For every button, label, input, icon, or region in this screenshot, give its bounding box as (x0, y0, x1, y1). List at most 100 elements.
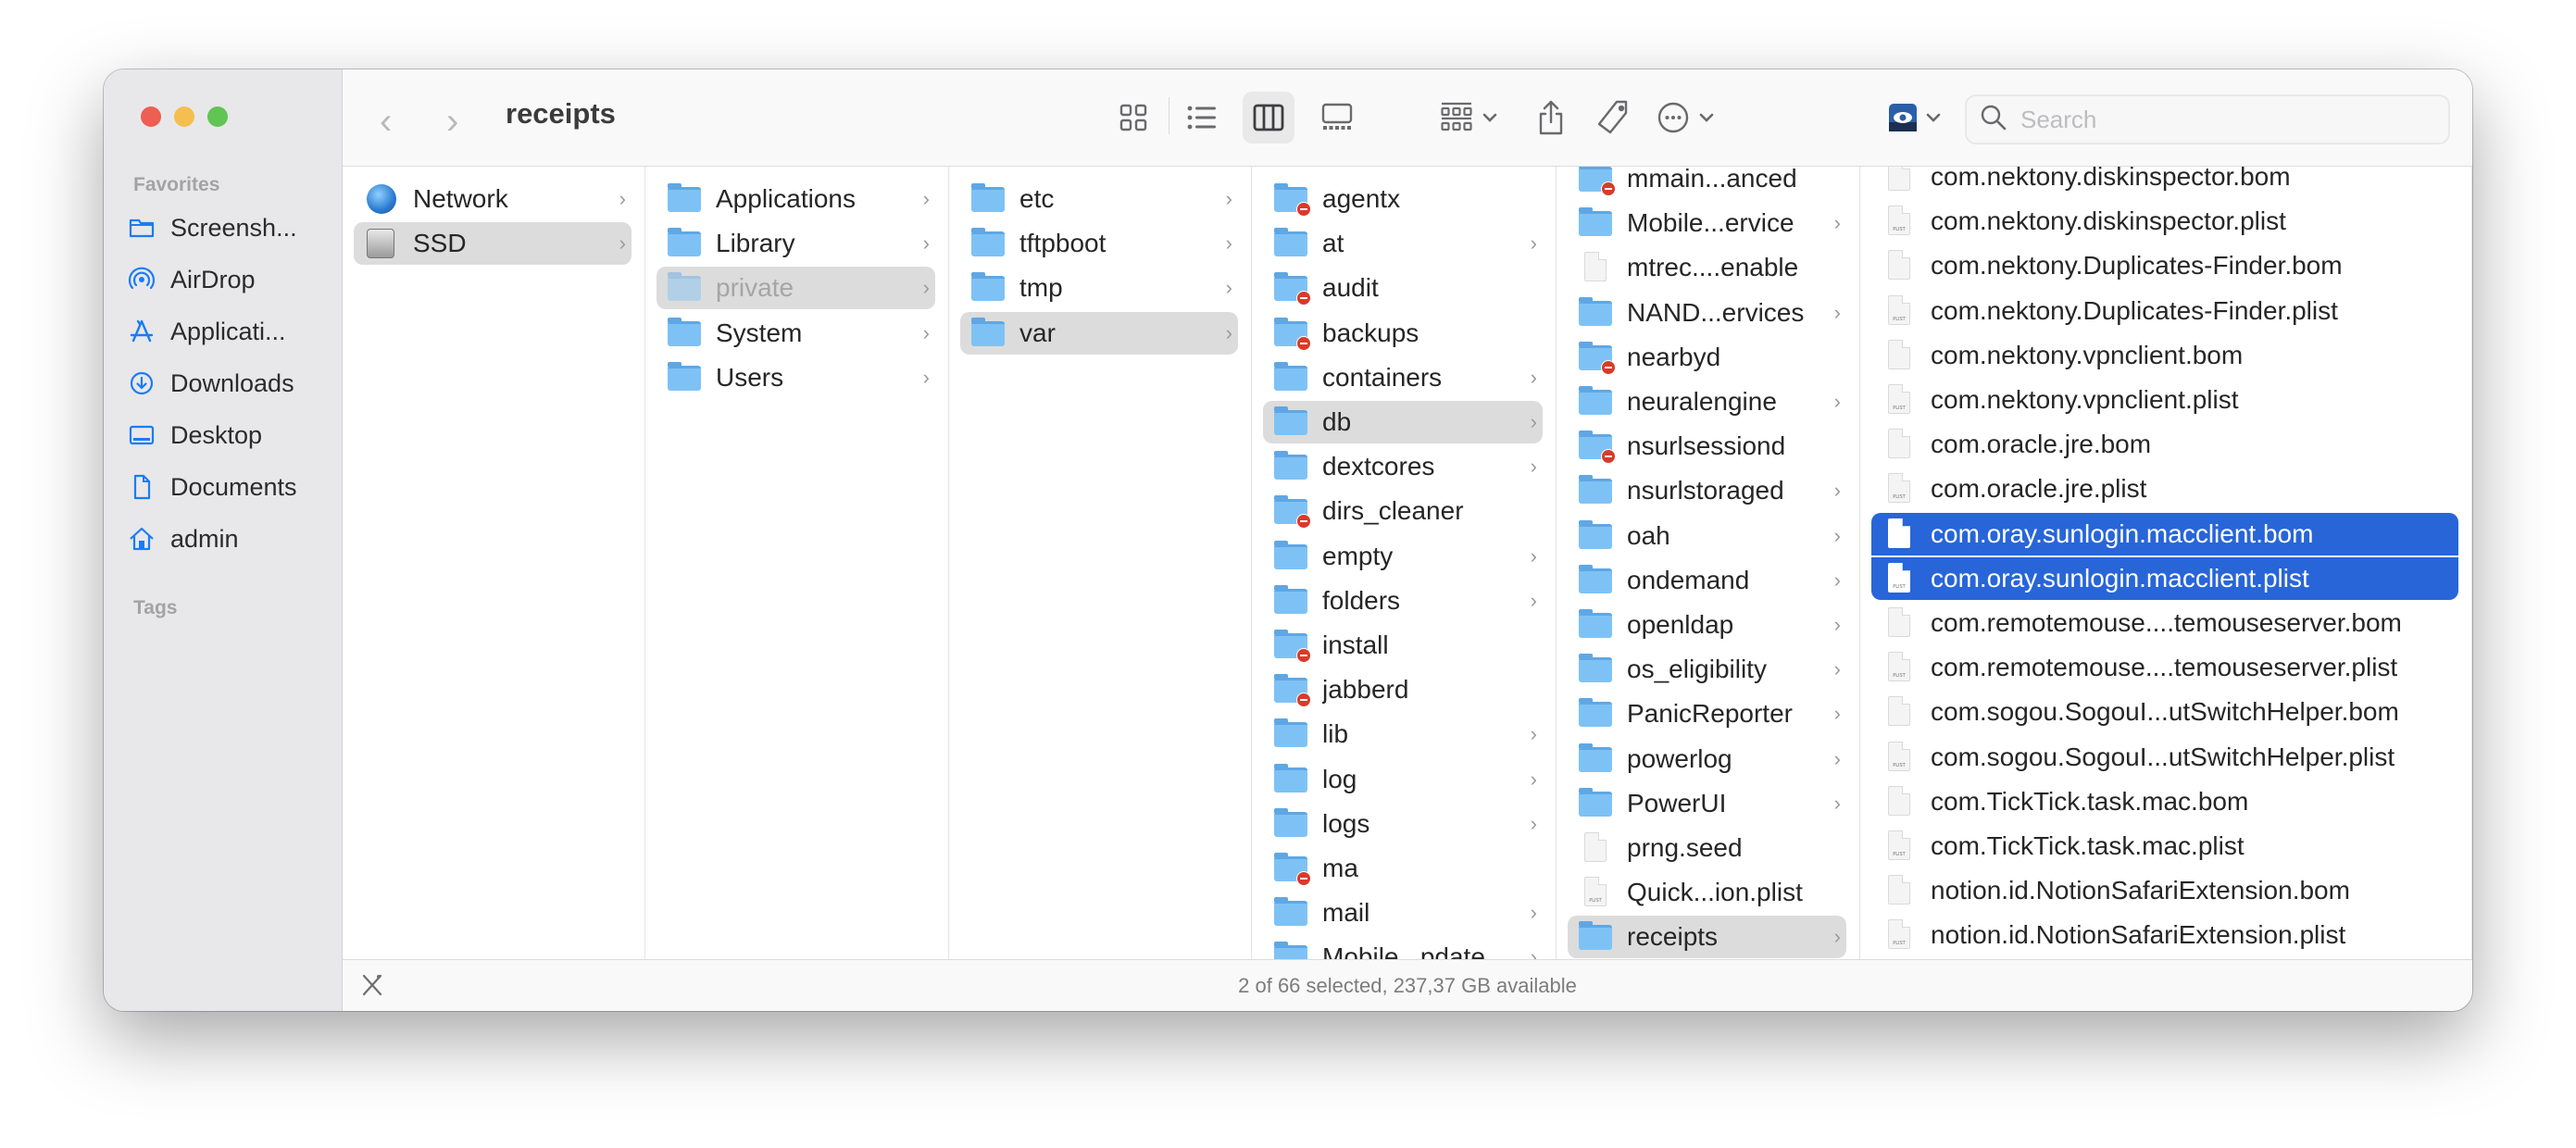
folder-row[interactable]: jabberd (1263, 668, 1543, 711)
file-row[interactable]: PLIST notion.id.NotionSafariExtension.pli… (1871, 914, 2458, 956)
file-row[interactable]: com.sogou.SogouI...utSwitchHelper.bom (1871, 691, 2458, 733)
folder-row[interactable]: openldap › (1568, 604, 1846, 646)
file-row[interactable]: prng.seed (1568, 827, 1846, 869)
browser-column[interactable]: etc › tftpboot › tmp › var › (949, 167, 1252, 959)
file-row[interactable]: com.nektony.diskinspector.bom (1871, 167, 2458, 198)
file-row[interactable]: PLIST com.TickTick.task.mac.plist (1871, 825, 2458, 867)
search-field[interactable] (1965, 94, 2450, 144)
folder-row[interactable]: os_eligibility › (1568, 648, 1846, 691)
chevron-right-icon: › (1530, 767, 1537, 791)
sidebar-item-admin[interactable]: admin (126, 517, 330, 561)
share-button[interactable] (1528, 92, 1574, 144)
gallery-view-button[interactable] (1311, 92, 1363, 144)
folder-row[interactable]: var › (960, 311, 1238, 355)
folder-row[interactable]: lib › (1263, 713, 1543, 755)
folder-row[interactable]: nearbyd (1568, 336, 1846, 379)
folder-row[interactable]: mmain...anced (1568, 167, 1846, 200)
folder-row[interactable]: Mobile...ervice › (1568, 202, 1846, 244)
folder-row[interactable]: etc › (960, 178, 1238, 220)
file-row[interactable]: SSD › (354, 222, 631, 266)
folder-row[interactable]: db › (1263, 401, 1543, 443)
browser-column[interactable]: Network › SSD › (343, 167, 645, 959)
folder-row[interactable]: receipts › (1568, 916, 1846, 959)
folder-row[interactable]: private › (657, 267, 935, 310)
folder-row[interactable]: audit (1263, 267, 1543, 309)
chevron-right-icon: › (922, 187, 930, 210)
folder-row[interactable]: ondemand › (1568, 559, 1846, 602)
folder-row[interactable]: Applications › (657, 178, 935, 220)
more-actions-button[interactable] (1648, 92, 1722, 144)
file-row[interactable]: PLIST Quick...ion.plist (1568, 871, 1846, 914)
file-row[interactable]: PLIST com.oracle.jre.plist (1871, 468, 2458, 510)
folder-row[interactable]: System › (657, 312, 935, 355)
file-row[interactable]: PLIST com.nektony.diskinspector.plist (1871, 200, 2458, 243)
item-name: oah (1627, 520, 1670, 550)
file-row[interactable]: PLIST com.oray.sunlogin.macclient.plist (1871, 556, 2458, 600)
file-row[interactable]: com.nektony.vpnclient.bom (1871, 334, 2458, 377)
zoom-button[interactable] (207, 106, 228, 127)
tag-button[interactable] (1589, 92, 1639, 144)
folder-row[interactable]: dextcores › (1263, 445, 1543, 488)
folder-row[interactable]: NAND...ervices › (1568, 292, 1846, 334)
chevron-right-icon: › (1833, 300, 1841, 324)
sidebar-item-documents[interactable]: Documents (126, 465, 330, 509)
folder-row[interactable]: folders › (1263, 580, 1543, 622)
folder-row[interactable]: tmp › (960, 267, 1238, 309)
file-row[interactable]: notion.id.NotionSafariExtension.bom (1871, 869, 2458, 912)
restricted-folder-icon (1272, 495, 1311, 530)
folder-row[interactable]: containers › (1263, 356, 1543, 399)
file-row[interactable]: com.nektony.Duplicates-Finder.bom (1871, 244, 2458, 287)
group-by-button[interactable] (1432, 92, 1506, 144)
folder-row[interactable]: tftpboot › (960, 222, 1238, 265)
file-row[interactable]: com.oracle.jre.bom (1871, 423, 2458, 466)
sidebar-item-applications[interactable]: Applicati... (126, 309, 330, 354)
chevron-right-icon: › (1833, 390, 1841, 413)
file-row[interactable]: PLIST com.nektony.Duplicates-Finder.plist (1871, 290, 2458, 332)
folder-row[interactable]: Library › (657, 222, 935, 265)
folder-row[interactable]: at › (1263, 222, 1543, 265)
forward-button[interactable]: › (446, 101, 458, 143)
sidebar-item-airdrop[interactable]: AirDrop (126, 257, 330, 302)
browser-column[interactable]: Applications › Library › private › System › User… (645, 167, 949, 959)
browser-column[interactable]: com.nektony.diskinspector.bom PLIST com.ne… (1860, 167, 2472, 959)
folder-row[interactable]: dirs_cleaner (1263, 490, 1543, 532)
column-view-button[interactable] (1243, 92, 1294, 144)
preview-button[interactable] (1882, 92, 1948, 144)
sidebar-item-desktop[interactable]: Desktop (126, 413, 330, 457)
folder-row[interactable]: nsurlstoraged › (1568, 469, 1846, 512)
list-view-button[interactable] (1176, 92, 1228, 144)
folder-row[interactable]: ma (1263, 847, 1543, 890)
folder-row[interactable]: logs › (1263, 803, 1543, 845)
folder-row[interactable]: neuralengine › (1568, 381, 1846, 423)
folder-row[interactable]: nsurlsessiond (1568, 425, 1846, 468)
folder-row[interactable]: backups (1263, 312, 1543, 355)
folder-row[interactable]: powerlog › (1568, 738, 1846, 780)
search-input[interactable] (2020, 105, 2428, 134)
browser-column[interactable]: mmain...anced Mobile...ervice › mtrec....en… (1557, 167, 1860, 959)
folder-row[interactable]: oah › (1568, 515, 1846, 557)
file-row[interactable]: mtrec....enable (1568, 246, 1846, 289)
sidebar-item-screenshots[interactable]: Screensh... (126, 206, 330, 250)
file-row[interactable]: com.oray.sunlogin.macclient.bom (1871, 512, 2458, 555)
folder-row[interactable]: PanicReporter › (1568, 693, 1846, 735)
folder-row[interactable]: Users › (657, 356, 935, 399)
browser-column[interactable]: agentx at › audit backups containers › db › dextc… (1252, 167, 1557, 959)
minimize-button[interactable] (174, 106, 194, 127)
folder-row[interactable]: empty › (1263, 535, 1543, 578)
file-row[interactable]: com.remotemouse....temouseserver.bom (1871, 602, 2458, 644)
folder-row[interactable]: agentx (1263, 178, 1543, 220)
folder-row[interactable]: mail › (1263, 892, 1543, 934)
file-row[interactable]: com.TickTick.task.mac.bom (1871, 780, 2458, 823)
file-row[interactable]: PLIST com.remotemouse....temouseserver.pl… (1871, 646, 2458, 689)
folder-row[interactable]: log › (1263, 758, 1543, 801)
folder-row[interactable]: Mobile...pdate › (1263, 936, 1543, 959)
file-row[interactable]: PLIST com.sogou.SogouI...utSwitchHelper.p… (1871, 736, 2458, 779)
folder-row[interactable]: install (1263, 624, 1543, 667)
file-row[interactable]: PLIST com.nektony.vpnclient.plist (1871, 379, 2458, 421)
folder-row[interactable]: PowerUI › (1568, 782, 1846, 825)
sidebar-item-downloads[interactable]: Downloads (126, 361, 330, 406)
back-button[interactable]: ‹ (380, 101, 392, 143)
file-row[interactable]: Network › (354, 178, 631, 220)
icon-view-button[interactable] (1107, 92, 1159, 144)
close-button[interactable] (141, 106, 161, 127)
